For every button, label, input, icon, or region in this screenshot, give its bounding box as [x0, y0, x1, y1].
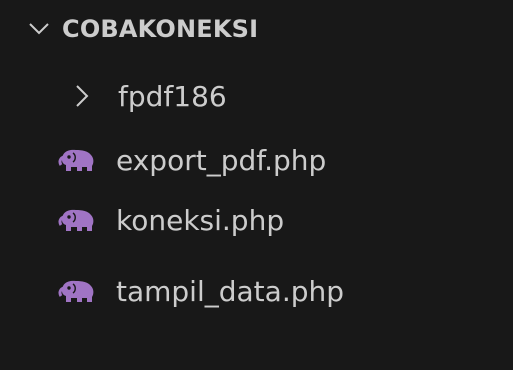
root-folder-label: COBAKONEKSI: [62, 15, 259, 43]
php-elephant-icon: [58, 207, 98, 233]
folder-row-fpdf186[interactable]: fpdf186: [0, 67, 513, 125]
folder-label: fpdf186: [118, 79, 227, 113]
file-label: export_pdf.php: [116, 143, 327, 177]
file-row-koneksi[interactable]: koneksi.php: [0, 191, 513, 249]
file-label: koneksi.php: [116, 203, 285, 237]
root-folder-row[interactable]: COBAKONEKSI: [0, 0, 513, 58]
file-explorer-tree: COBAKONEKSI fpdf186 export_pdf.php konek…: [0, 0, 513, 370]
file-label: tampil_data.php: [116, 274, 345, 308]
file-row-export-pdf[interactable]: export_pdf.php: [0, 131, 513, 189]
chevron-down-icon[interactable]: [28, 18, 50, 40]
chevron-right-icon[interactable]: [72, 84, 92, 108]
file-row-tampil-data[interactable]: tampil_data.php: [0, 262, 513, 320]
php-elephant-icon: [58, 278, 98, 304]
php-elephant-icon: [58, 147, 98, 173]
